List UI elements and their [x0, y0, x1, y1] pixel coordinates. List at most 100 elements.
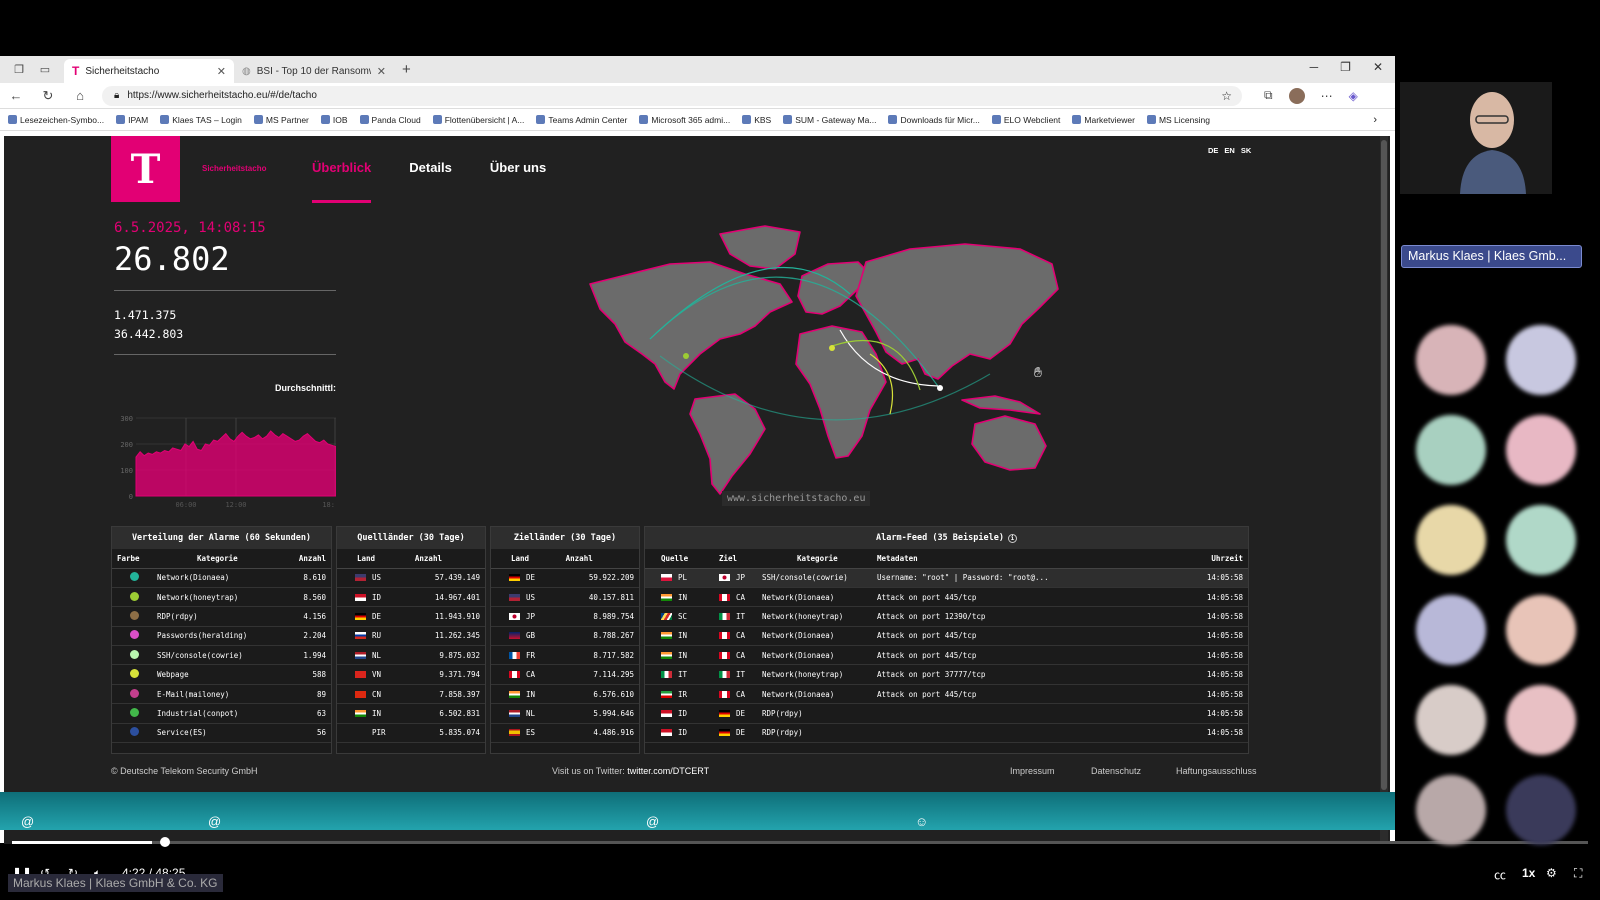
table-row[interactable]: SSH/console(cowrie) 1.994: [112, 645, 331, 666]
table-row[interactable]: IN 6.502.831: [337, 703, 485, 724]
bookmark-item[interactable]: IPAM: [116, 115, 148, 125]
tab-sicherheitstacho[interactable]: T Sicherheitstacho ✕: [64, 59, 234, 83]
lang-en[interactable]: EN: [1224, 146, 1234, 155]
table-row[interactable]: IT IT Network(honeytrap) Attack on port 377…: [645, 664, 1248, 685]
bookmark-item[interactable]: Klaes TAS – Login: [160, 115, 242, 125]
nav-overview[interactable]: Überblick: [312, 160, 372, 203]
impressum-link[interactable]: Impressum: [1010, 766, 1055, 776]
table-row[interactable]: US 40.157.811: [491, 587, 639, 608]
settings-gear-icon[interactable]: ⚙: [1546, 866, 1557, 880]
workspaces-icon[interactable]: ❐: [12, 63, 26, 77]
more-menu-icon[interactable]: ⋯: [1321, 89, 1333, 103]
table-row[interactable]: CA 7.114.295: [491, 664, 639, 685]
table-row[interactable]: Network(honeytrap) 8.560: [112, 587, 331, 608]
table-row[interactable]: Network(Dionaea) 8.610: [112, 568, 331, 588]
table-row[interactable]: IR CA Network(Dionaea) Attack on port 445/t…: [645, 684, 1248, 705]
copilot-icon[interactable]: ◈: [1349, 89, 1358, 103]
world-attack-map[interactable]: [570, 214, 1062, 496]
bookmark-item[interactable]: Downloads für Micr...: [888, 115, 980, 125]
bookmark-item[interactable]: KBS: [742, 115, 771, 125]
profile-avatar[interactable]: [1288, 87, 1305, 104]
extensions-icon[interactable]: ⧉: [1264, 88, 1273, 103]
ru-flag-icon: [355, 632, 366, 640]
restore-icon[interactable]: ❐: [1340, 60, 1351, 74]
datenschutz-link[interactable]: Datenschutz: [1091, 766, 1141, 776]
new-tab-icon[interactable]: +: [402, 61, 411, 78]
video-progress-bar[interactable]: [12, 837, 1588, 847]
bookmark-item[interactable]: Flottenübersicht | A...: [432, 115, 524, 125]
lang-sk[interactable]: SK: [1241, 146, 1251, 155]
bookmark-item[interactable]: Marketviewer: [1072, 115, 1135, 125]
bookmark-item[interactable]: ELO Webclient: [991, 115, 1060, 125]
nav-about[interactable]: Über uns: [490, 160, 546, 175]
table-row[interactable]: NL 9.875.032: [337, 645, 485, 666]
reload-icon[interactable]: ↻: [32, 88, 64, 104]
tab-bsi[interactable]: ◍ BSI - Top 10 der Ransomware-Ma ✕: [234, 59, 394, 83]
bookmark-item[interactable]: Panda Cloud: [359, 115, 421, 125]
table-row[interactable]: ES 4.486.916: [491, 723, 639, 744]
bookmarks-more-icon[interactable]: ›: [1373, 114, 1377, 126]
bookmark-item[interactable]: SUM - Gateway Ma...: [783, 115, 876, 125]
back-icon[interactable]: ←: [0, 88, 32, 103]
table-row[interactable]: GB 8.788.267: [491, 626, 639, 647]
table-row[interactable]: SC IT Network(honeytrap) Attack on port 123…: [645, 606, 1248, 627]
table-row[interactable]: RDP(rdpy) 4.156: [112, 606, 331, 627]
table-row[interactable]: ID DE RDP(rdpy) 14:05:58: [645, 703, 1248, 724]
bookmark-item[interactable]: Lesezeichen-Symbo...: [8, 115, 104, 125]
table-row[interactable]: US 57.439.149: [337, 568, 485, 588]
reaction-at-icon[interactable]: @: [646, 814, 659, 829]
reaction-at-icon[interactable]: @: [208, 814, 221, 829]
page-scrollbar[interactable]: [1380, 136, 1388, 844]
table-row[interactable]: Passwords(heralding) 2.204: [112, 626, 331, 647]
lang-de[interactable]: DE: [1208, 146, 1218, 155]
captions-icon[interactable]: ㏄: [1494, 866, 1506, 883]
table-row[interactable]: DE 11.943.910: [337, 606, 485, 627]
table-row[interactable]: PIR 5.835.074: [337, 723, 485, 744]
table-row[interactable]: IN CA Network(Dionaea) Attack on port 445/t…: [645, 626, 1248, 647]
nav-details[interactable]: Details: [409, 160, 452, 175]
reaction-at-icon[interactable]: @: [21, 814, 34, 829]
tab-actions-icon[interactable]: ▭: [38, 63, 52, 77]
category-cell: Service(ES): [152, 723, 283, 744]
home-icon[interactable]: ⌂: [64, 88, 96, 103]
playback-speed[interactable]: 1x: [1522, 866, 1535, 880]
table-row[interactable]: ID 14.967.401: [337, 587, 485, 608]
scrollbar-thumb[interactable]: [1381, 140, 1387, 790]
telekom-logo[interactable]: T: [111, 136, 180, 202]
table-row[interactable]: VN 9.371.794: [337, 664, 485, 685]
haftung-link[interactable]: Haftungsausschluss: [1176, 766, 1257, 776]
table-row[interactable]: Service(ES) 56: [112, 723, 331, 744]
info-icon[interactable]: i: [1007, 534, 1017, 543]
favorite-star-icon[interactable]: ☆: [1221, 89, 1232, 103]
minimize-icon[interactable]: ─: [1310, 60, 1319, 74]
table-row[interactable]: NL 5.994.646: [491, 703, 639, 724]
table-row[interactable]: JP 8.989.754: [491, 606, 639, 627]
table-row[interactable]: FR 8.717.582: [491, 645, 639, 666]
bookmark-item[interactable]: MS Partner: [253, 115, 309, 125]
close-tab-icon[interactable]: ✕: [377, 65, 386, 78]
table-row[interactable]: IN CA Network(Dionaea) Attack on port 445/t…: [645, 645, 1248, 666]
bookmark-item[interactable]: Teams Admin Center: [536, 115, 627, 125]
progress-knob[interactable]: [160, 837, 170, 847]
table-row[interactable]: Webpage 588: [112, 664, 331, 685]
in-flag-icon: [661, 632, 672, 640]
table-row[interactable]: E-Mail(mailoney) 89: [112, 684, 331, 705]
table-row[interactable]: IN 6.576.610: [491, 684, 639, 705]
table-row[interactable]: RU 11.262.345: [337, 626, 485, 647]
bookmark-item[interactable]: IOB: [320, 115, 348, 125]
table-row[interactable]: DE 59.922.209: [491, 568, 639, 588]
fullscreen-icon[interactable]: ⛶: [1574, 866, 1582, 881]
panel-title: Alarm-Feed (35 Beispiele) i: [645, 527, 1248, 549]
bookmark-item[interactable]: Microsoft 365 admi...: [639, 115, 730, 125]
twitter-link[interactable]: twitter.com/DTCERT: [627, 766, 709, 776]
close-window-icon[interactable]: ✕: [1373, 60, 1383, 74]
table-row[interactable]: Industrial(conpot) 63: [112, 703, 331, 724]
reaction-emoji-icon[interactable]: ☺: [915, 814, 928, 829]
bookmark-item[interactable]: MS Licensing: [1146, 115, 1210, 125]
url-field[interactable]: 🔒︎ https://www.sicherheitstacho.eu/#/de/…: [102, 85, 1242, 106]
close-tab-icon[interactable]: ✕: [217, 65, 226, 78]
table-row[interactable]: IN CA Network(Dionaea) Attack on port 445/t…: [645, 587, 1248, 608]
table-row[interactable]: PL JP SSH/console(cowrie) Username: "root" …: [645, 568, 1248, 588]
table-row[interactable]: CN 7.858.397: [337, 684, 485, 705]
table-row[interactable]: ID DE RDP(rdpy) 14:05:58: [645, 723, 1248, 744]
